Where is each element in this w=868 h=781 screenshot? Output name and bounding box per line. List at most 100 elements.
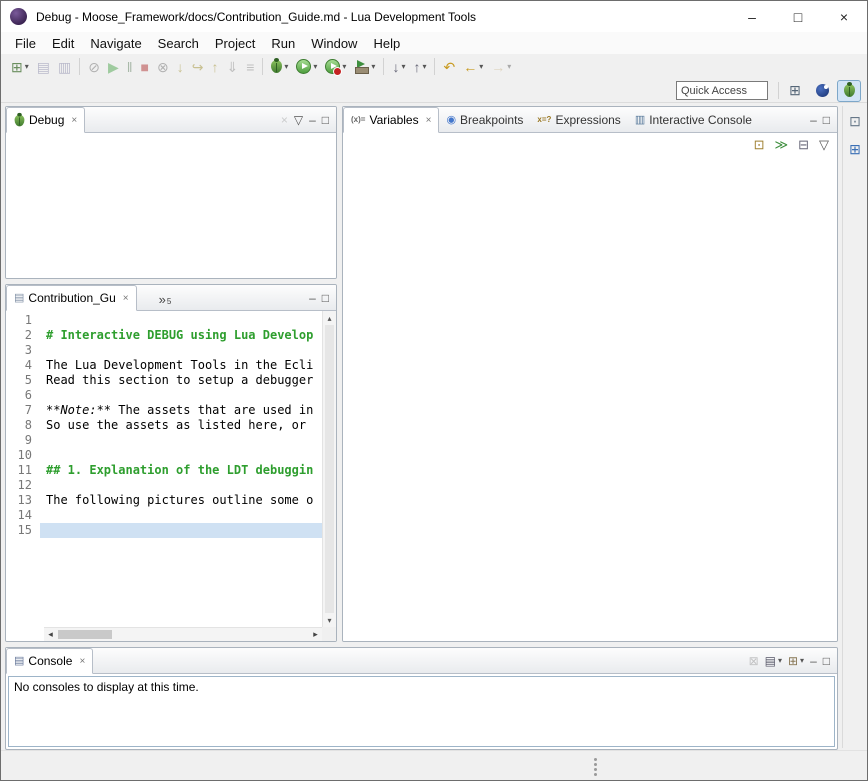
close-button[interactable]: ×: [821, 1, 867, 32]
line-number[interactable]: 2: [14, 328, 40, 343]
menu-window[interactable]: Window: [303, 33, 365, 54]
last-edit-location-icon[interactable]: ↶: [440, 56, 458, 78]
line-number[interactable]: 15: [14, 523, 40, 538]
close-icon[interactable]: ×: [71, 115, 77, 126]
menu-help[interactable]: Help: [365, 33, 408, 54]
editor-line[interactable]: 5Read this section to setup a debugger: [6, 373, 322, 388]
menu-project[interactable]: Project: [207, 33, 263, 54]
tab-interactive-console[interactable]: ▥Interactive Console: [628, 107, 759, 133]
minimize-button[interactable]: –: [729, 1, 775, 32]
close-icon[interactable]: ×: [426, 115, 432, 126]
minimize-view-icon[interactable]: –: [808, 110, 819, 130]
open-perspective-icon[interactable]: ⊞: [783, 80, 807, 102]
horizontal-scrollbar[interactable]: ◂ ▸: [44, 627, 322, 641]
line-number[interactable]: 1: [14, 313, 40, 328]
debug-perspective-icon[interactable]: [837, 80, 861, 102]
line-text[interactable]: **Note:** The assets that are used in: [40, 403, 322, 418]
line-number[interactable]: 4: [14, 358, 40, 373]
editor-line[interactable]: 11## 1. Explanation of the LDT debuggin: [6, 463, 322, 478]
scroll-down-icon[interactable]: ▾: [323, 613, 336, 627]
line-text[interactable]: [40, 478, 322, 493]
tab-breakpoints[interactable]: ◉Breakpoints: [439, 107, 530, 133]
minimize-view-icon[interactable]: –: [307, 110, 318, 130]
next-annotation-icon[interactable]: ↓▾: [389, 56, 408, 78]
title-bar[interactable]: Debug - Moose_Framework/docs/Contributio…: [1, 1, 867, 32]
line-number[interactable]: 8: [14, 418, 40, 433]
editor-line[interactable]: 6: [6, 388, 322, 403]
line-text[interactable]: [40, 523, 322, 538]
line-number[interactable]: 7: [14, 403, 40, 418]
scroll-left-icon[interactable]: ◂: [44, 628, 57, 641]
display-selected-console-icon[interactable]: ▤▾: [763, 651, 784, 671]
previous-annotation-icon[interactable]: ↑▾: [410, 56, 429, 78]
tab-overflow-chevron[interactable]: » 5: [155, 285, 176, 310]
menu-edit[interactable]: Edit: [44, 33, 82, 54]
debug-view-content[interactable]: [6, 133, 336, 278]
menu-file[interactable]: File: [7, 33, 44, 54]
sash-grip[interactable]: [594, 758, 597, 761]
scroll-up-icon[interactable]: ▴: [323, 311, 336, 325]
line-number[interactable]: 5: [14, 373, 40, 388]
editor-line[interactable]: 8So use the assets as listed here, or: [6, 418, 322, 433]
editor-line[interactable]: 9: [6, 433, 322, 448]
line-number[interactable]: 13: [14, 493, 40, 508]
line-text[interactable]: [40, 433, 322, 448]
view-menu-icon[interactable]: ▽: [816, 133, 832, 155]
back-icon[interactable]: ←▾: [460, 56, 486, 78]
menu-run[interactable]: Run: [263, 33, 303, 54]
horizontal-scrollbar-thumb[interactable]: [58, 630, 112, 639]
line-number[interactable]: 12: [14, 478, 40, 493]
line-number[interactable]: 14: [14, 508, 40, 523]
line-number[interactable]: 6: [14, 388, 40, 403]
open-console-icon[interactable]: ⊞▾: [786, 651, 806, 671]
line-text[interactable]: # Interactive DEBUG using Lua Develop: [40, 328, 322, 343]
tab-variables[interactable]: (x)=Variables×: [343, 107, 439, 133]
view-menu-icon[interactable]: ▽: [292, 110, 305, 130]
line-text[interactable]: [40, 313, 322, 328]
editor-line[interactable]: 12: [6, 478, 322, 493]
line-text[interactable]: [40, 388, 322, 403]
menu-navigate[interactable]: Navigate: [82, 33, 149, 54]
show-logical-structure-icon[interactable]: ⊡: [751, 133, 768, 155]
collapse-all-icon[interactable]: ⊟: [795, 133, 812, 155]
editor-area[interactable]: 12# Interactive DEBUG using Lua Develop3…: [6, 311, 336, 641]
variables-content[interactable]: [343, 155, 837, 641]
minimize-view-icon[interactable]: –: [808, 651, 819, 671]
line-text[interactable]: [40, 508, 322, 523]
minimized-view-stack-icon[interactable]: ⊞: [846, 138, 864, 160]
maximize-view-icon[interactable]: □: [320, 110, 331, 130]
editor-line[interactable]: 2# Interactive DEBUG using Lua Develop: [6, 328, 322, 343]
line-text[interactable]: [40, 343, 322, 358]
console-content[interactable]: No consoles to display at this time.: [8, 676, 835, 747]
run-last-tool-icon[interactable]: ▾: [322, 56, 349, 78]
vertical-scrollbar-thumb[interactable]: [325, 325, 334, 613]
close-icon[interactable]: ×: [79, 656, 85, 667]
maximize-view-icon[interactable]: □: [821, 651, 832, 671]
editor-line[interactable]: 15: [6, 523, 322, 538]
vertical-scrollbar[interactable]: ▴ ▾: [322, 311, 336, 627]
line-number[interactable]: 9: [14, 433, 40, 448]
run-icon[interactable]: ▾: [293, 56, 320, 78]
editor-line[interactable]: 4The Lua Development Tools in the Ecli: [6, 358, 322, 373]
lua-perspective-icon[interactable]: [810, 80, 834, 102]
maximize-view-icon[interactable]: □: [821, 110, 832, 130]
editor-line[interactable]: 13The following pictures outline some o: [6, 493, 322, 508]
minimize-view-icon[interactable]: –: [307, 288, 318, 308]
editor-line[interactable]: 14: [6, 508, 322, 523]
close-icon[interactable]: ×: [123, 293, 129, 304]
line-text[interactable]: The Lua Development Tools in the Ecli: [40, 358, 322, 373]
scroll-right-icon[interactable]: ▸: [309, 628, 322, 641]
line-text[interactable]: So use the assets as listed here, or: [40, 418, 322, 433]
maximize-button[interactable]: □: [775, 1, 821, 32]
navigate-variables-icon[interactable]: ≫: [771, 133, 791, 155]
line-text[interactable]: [40, 448, 322, 463]
tab-console[interactable]: ▤ Console ×: [6, 648, 93, 674]
menu-search[interactable]: Search: [150, 33, 207, 54]
editor-line[interactable]: 3: [6, 343, 322, 358]
restore-views-icon[interactable]: ⊡: [846, 110, 864, 132]
line-number[interactable]: 11: [14, 463, 40, 478]
editor-line[interactable]: 1: [6, 313, 322, 328]
line-text[interactable]: ## 1. Explanation of the LDT debuggin: [40, 463, 322, 478]
tab-debug[interactable]: Debug ×: [6, 107, 85, 133]
maximize-view-icon[interactable]: □: [320, 288, 331, 308]
